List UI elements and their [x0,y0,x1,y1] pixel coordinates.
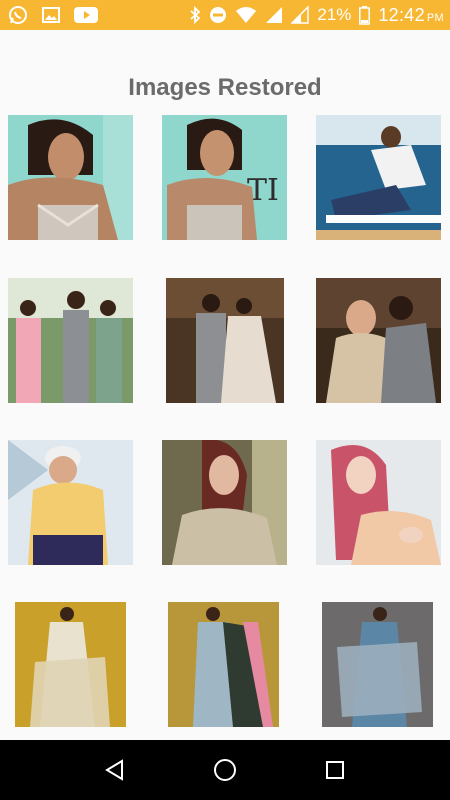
signal-icon [265,6,283,24]
do-not-disturb-icon [209,6,227,24]
bluetooth-icon [189,6,201,24]
restored-image-7[interactable] [8,440,133,565]
restored-image-5[interactable] [166,278,284,403]
gallery-icon [42,7,60,23]
status-bar: 21% 12:42 PM [0,0,450,30]
page-title: Images Restored [128,74,322,101]
signal-2-icon [291,6,310,24]
restored-image-12[interactable] [322,602,433,727]
whatsapp-icon [8,5,28,25]
restored-image-10[interactable] [15,602,126,727]
youtube-icon [74,6,98,24]
restored-image-3[interactable] [316,115,441,240]
navigation-bar [0,740,450,800]
home-icon[interactable] [203,748,247,792]
restored-image-2[interactable]: TI [162,115,287,240]
restored-image-6[interactable] [316,278,441,403]
restored-image-9[interactable] [316,440,441,565]
recents-icon[interactable] [313,748,357,792]
restored-image-4[interactable] [8,278,133,403]
back-icon[interactable] [93,748,137,792]
wifi-icon [235,6,257,24]
clock-ampm: PM [426,11,444,24]
restored-image-1[interactable] [8,115,133,240]
content-area: Images Restored TI [0,30,450,740]
battery-percent: 21% [317,5,352,24]
restored-image-8[interactable] [162,440,287,565]
clock-time: 12:42 [378,4,425,25]
battery-icon [359,5,371,25]
restored-image-11[interactable] [168,602,279,727]
